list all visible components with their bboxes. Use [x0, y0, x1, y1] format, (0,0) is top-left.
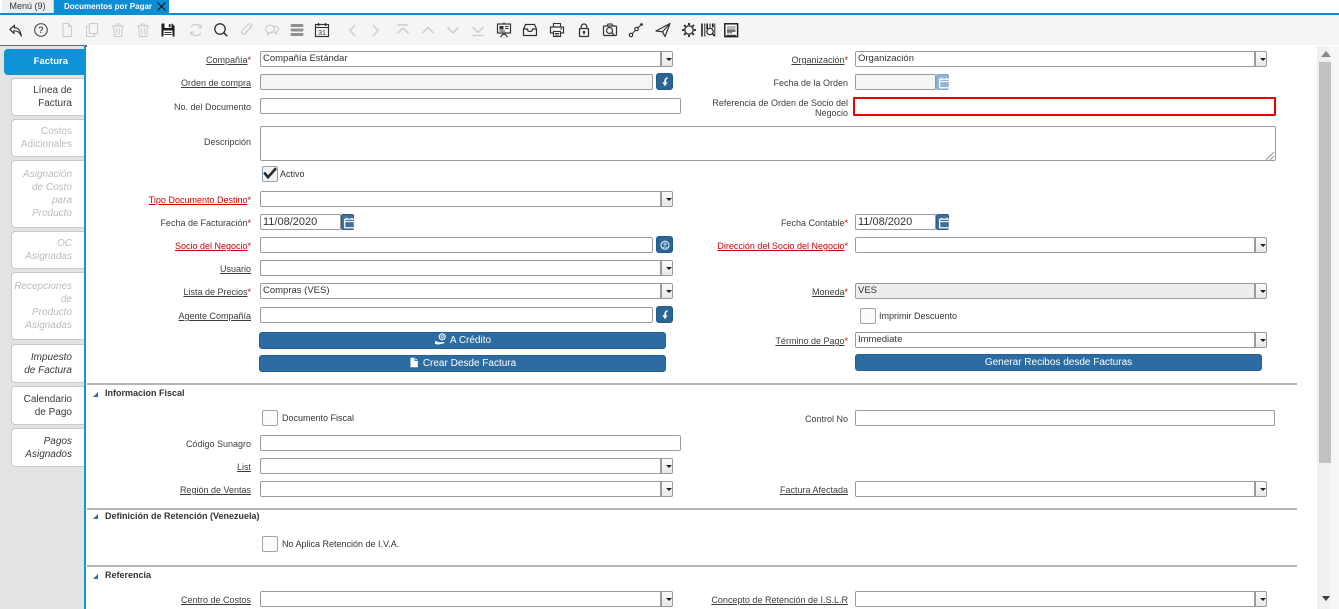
svg-text:?: ?	[38, 25, 44, 35]
svg-text:31: 31	[318, 30, 326, 37]
